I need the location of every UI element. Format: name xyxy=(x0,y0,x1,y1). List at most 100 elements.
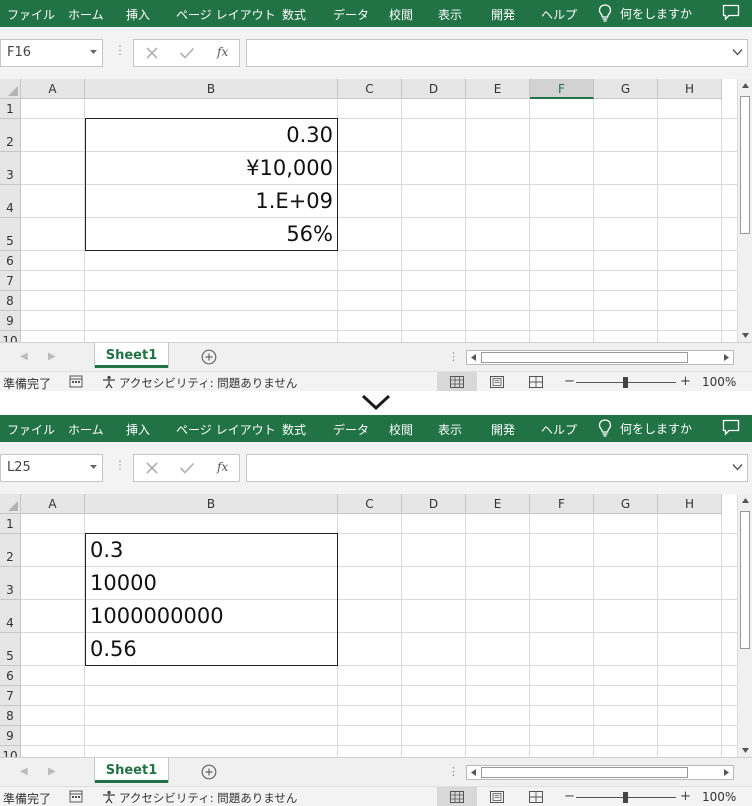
zoom-level[interactable]: 100% xyxy=(702,375,736,389)
worksheet-grid[interactable]: ABCDEFGH 1 2 3 4 5 6 7 8 9 10 0.3 10000 1000000000 0… xyxy=(0,494,752,757)
column-header-e[interactable]: E xyxy=(466,494,530,514)
formula-bar-splitter[interactable]: ⋮ xyxy=(114,43,126,57)
insert-function-button[interactable]: fx xyxy=(217,460,228,474)
zoom-slider-thumb[interactable] xyxy=(623,792,628,803)
zoom-level[interactable]: 100% xyxy=(702,790,736,804)
zoom-slider-thumb[interactable] xyxy=(623,377,628,388)
row-header-10[interactable]: 10 xyxy=(0,331,21,342)
row-header-1[interactable]: 1 xyxy=(0,99,21,119)
column-header-d[interactable]: D xyxy=(402,494,466,514)
row-header-6[interactable]: 6 xyxy=(0,251,21,271)
formula-input[interactable] xyxy=(246,39,748,67)
zoom-in-button[interactable]: + xyxy=(680,789,691,804)
cell-b4[interactable]: 1000000000 xyxy=(86,600,337,633)
view-normal-button[interactable] xyxy=(437,787,477,806)
tell-me-search[interactable]: 何をしますか xyxy=(598,419,692,437)
row-header-5[interactable]: 5 xyxy=(0,633,21,666)
row-header-4[interactable]: 4 xyxy=(0,185,21,218)
cell-b5[interactable]: 56% xyxy=(86,218,337,251)
column-header-g[interactable]: G xyxy=(594,79,658,99)
accessibility-icon[interactable] xyxy=(101,790,117,804)
vertical-scroll-thumb[interactable] xyxy=(740,96,750,234)
scroll-up-icon[interactable] xyxy=(741,82,750,89)
formula-bar-splitter[interactable]: ⋮ xyxy=(114,458,126,472)
tell-me-search[interactable]: 何をしますか xyxy=(598,4,692,22)
macro-record-icon[interactable] xyxy=(69,790,83,803)
row-header-4[interactable]: 4 xyxy=(0,600,21,633)
tab-page-layout[interactable]: ページ レイアウト xyxy=(176,6,276,23)
tab-data[interactable]: データ xyxy=(333,6,369,23)
x-icon[interactable] xyxy=(145,461,159,475)
worksheet-grid[interactable]: ABCDEFGH 1 2 3 4 5 6 7 8 9 10 0.30 ¥10,000 1.E+09 56… xyxy=(0,79,752,342)
name-box[interactable]: L25 xyxy=(0,454,103,482)
cell-b2[interactable]: 0.3 xyxy=(86,534,337,567)
chevron-down-icon[interactable] xyxy=(732,48,743,56)
horizontal-scrollbar[interactable] xyxy=(466,350,734,365)
row-header-10[interactable]: 10 xyxy=(0,746,21,757)
zoom-out-button[interactable]: − xyxy=(564,789,575,804)
cell-b3[interactable]: ¥10,000 xyxy=(86,152,337,185)
tab-file[interactable]: ファイル xyxy=(7,421,55,438)
row-header-3[interactable]: 3 xyxy=(0,152,21,185)
prev-sheet-icon[interactable]: ◀ xyxy=(20,766,28,777)
comment-icon[interactable] xyxy=(722,419,740,436)
cell-b4[interactable]: 1.E+09 xyxy=(86,185,337,218)
page-break-view-icon[interactable] xyxy=(529,376,543,388)
tab-data[interactable]: データ xyxy=(333,421,369,438)
row-header-5[interactable]: 5 xyxy=(0,218,21,251)
name-box[interactable]: F16 xyxy=(0,39,103,67)
cell-b5[interactable]: 0.56 xyxy=(86,633,337,666)
column-header-c[interactable]: C xyxy=(338,494,402,514)
column-header-f[interactable]: F xyxy=(530,79,594,99)
row-header-6[interactable]: 6 xyxy=(0,666,21,686)
row-header-8[interactable]: 8 xyxy=(0,706,21,726)
vertical-scrollbar[interactable] xyxy=(737,494,752,757)
insert-function-button[interactable]: fx xyxy=(217,45,228,59)
plus-circle-icon[interactable] xyxy=(201,349,217,365)
scroll-left-icon[interactable] xyxy=(470,353,477,362)
tab-help[interactable]: ヘルプ xyxy=(541,6,577,23)
scroll-down-icon[interactable] xyxy=(741,747,750,754)
column-header-a[interactable]: A xyxy=(21,494,85,514)
prev-sheet-icon[interactable]: ◀ xyxy=(20,351,28,362)
tab-review[interactable]: 校閲 xyxy=(389,6,413,23)
tab-home[interactable]: ホーム xyxy=(68,421,104,438)
tab-formulas[interactable]: 数式 xyxy=(282,421,306,438)
select-all-button[interactable] xyxy=(0,79,21,99)
chevron-down-icon[interactable] xyxy=(89,48,98,56)
horizontal-scroll-thumb[interactable] xyxy=(481,767,688,778)
column-header-a[interactable]: A xyxy=(21,79,85,99)
check-icon[interactable] xyxy=(179,461,195,475)
row-header-8[interactable]: 8 xyxy=(0,291,21,311)
cell-b3[interactable]: 10000 xyxy=(86,567,337,600)
tab-file[interactable]: ファイル xyxy=(7,6,55,23)
data-range-b2-b5[interactable]: 0.3 10000 1000000000 0.56 xyxy=(85,533,338,666)
tab-home[interactable]: ホーム xyxy=(68,6,104,23)
tab-view[interactable]: 表示 xyxy=(438,6,462,23)
data-range-b2-b5[interactable]: 0.30 ¥10,000 1.E+09 56% xyxy=(85,118,338,251)
accessibility-status[interactable]: アクセシビリティ: 問題ありません xyxy=(119,790,297,806)
accessibility-icon[interactable] xyxy=(101,375,117,389)
tab-view[interactable]: 表示 xyxy=(438,421,462,438)
tab-splitter[interactable]: ⋮ xyxy=(448,350,459,363)
horizontal-scrollbar[interactable] xyxy=(466,765,734,780)
plus-circle-icon[interactable] xyxy=(201,764,217,780)
row-header-3[interactable]: 3 xyxy=(0,567,21,600)
column-header-b[interactable]: B xyxy=(85,494,338,514)
column-header-e[interactable]: E xyxy=(466,79,530,99)
row-header-7[interactable]: 7 xyxy=(0,271,21,291)
column-header-g[interactable]: G xyxy=(594,494,658,514)
column-header-c[interactable]: C xyxy=(338,79,402,99)
scroll-left-icon[interactable] xyxy=(470,768,477,777)
zoom-out-button[interactable]: − xyxy=(564,374,575,389)
vertical-scroll-thumb[interactable] xyxy=(740,511,750,649)
check-icon[interactable] xyxy=(179,46,195,60)
scroll-up-icon[interactable] xyxy=(741,497,750,504)
page-layout-view-icon[interactable] xyxy=(490,376,504,388)
tab-formulas[interactable]: 数式 xyxy=(282,6,306,23)
sheet-tab-sheet1[interactable]: Sheet1 xyxy=(95,343,168,368)
column-header-b[interactable]: B xyxy=(85,79,338,99)
row-header-9[interactable]: 9 xyxy=(0,311,21,331)
next-sheet-icon[interactable]: ▶ xyxy=(48,351,56,362)
select-all-button[interactable] xyxy=(0,494,21,514)
